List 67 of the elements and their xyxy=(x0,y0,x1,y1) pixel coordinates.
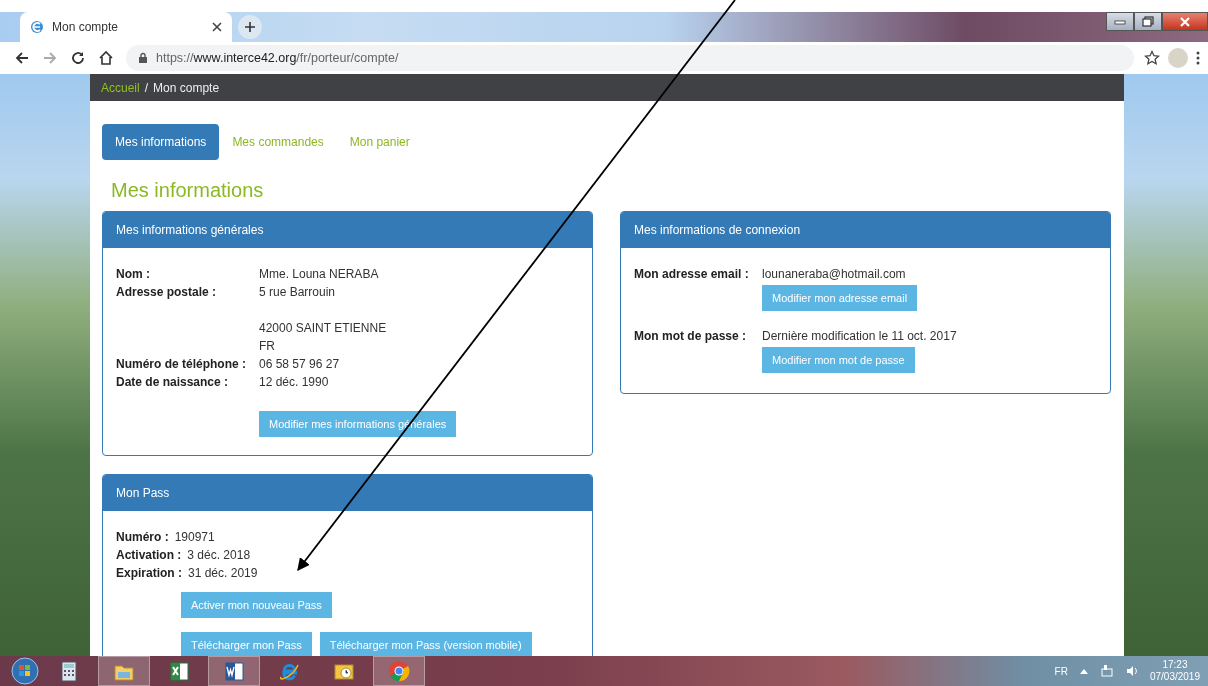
menu-icon[interactable] xyxy=(1196,51,1200,65)
field-label: Date de naissance : xyxy=(116,374,230,391)
star-icon[interactable] xyxy=(1144,50,1160,66)
field-value: Dernière modification le 11 oct. 2017 xyxy=(762,328,957,345)
close-button[interactable] xyxy=(1162,12,1208,31)
restore-icon[interactable] xyxy=(1142,16,1154,27)
field-label: Adresse postale : xyxy=(116,284,218,301)
field-value: 31 déc. 2019 xyxy=(188,565,258,582)
lock-icon xyxy=(138,52,148,64)
field-label: Mon adresse email : xyxy=(634,266,750,283)
minimize-button[interactable] xyxy=(1106,12,1134,31)
modify-button[interactable]: Modifier mon mot de passe xyxy=(762,347,915,373)
new-tab-button[interactable] xyxy=(238,15,262,39)
url-text: https://www.interce42.org/fr/porteur/compte/ xyxy=(156,51,399,65)
address-bar[interactable]: https://www.interce42.org/fr/porteur/compte/ xyxy=(126,45,1134,71)
tray-arrow-icon[interactable] xyxy=(1079,668,1088,674)
field-label: Mon mot de passe : xyxy=(634,328,747,345)
field-value: 3 déc. 2018 xyxy=(187,547,251,564)
back-arrow-icon[interactable] xyxy=(14,50,30,66)
field-value: 190971 xyxy=(174,529,215,546)
reload-icon[interactable] xyxy=(70,50,86,66)
favicon-icon xyxy=(30,20,44,34)
spreadsheet-icon xyxy=(168,660,190,682)
breadcrumb-link[interactable]: Accueil xyxy=(101,80,140,95)
speaker-icon[interactable] xyxy=(1125,665,1138,677)
field-label: Activation : xyxy=(116,547,182,564)
network-icon[interactable] xyxy=(1099,664,1114,678)
clock-time: 17:23 xyxy=(1162,659,1188,671)
action-button[interactable]: Télécharger mon Pass (version mobile) xyxy=(319,632,532,656)
taskbar-app-button[interactable] xyxy=(208,656,260,686)
nav-tab[interactable]: Mes commandes xyxy=(219,124,337,160)
browser-tab[interactable]: Mon compte xyxy=(20,12,232,42)
language-indicator[interactable]: FR xyxy=(1054,665,1068,677)
field-value: lounaneraba@hotmail.com xyxy=(762,266,906,283)
close-icon[interactable] xyxy=(212,22,222,32)
nav-tab[interactable]: Mes informations xyxy=(102,124,220,160)
panel-header: Mes informations de connexion xyxy=(621,212,1110,248)
start-button[interactable] xyxy=(10,656,40,686)
field-label: Nom : xyxy=(116,266,151,283)
plus-icon[interactable] xyxy=(244,21,256,33)
nav-tab[interactable]: Mon panier xyxy=(336,124,423,160)
field-value: 06 58 57 96 27 xyxy=(259,356,340,373)
field-value: 42000 SAINT ETIENNE xyxy=(259,320,387,337)
calculator-icon xyxy=(58,660,80,682)
document-icon xyxy=(223,660,245,682)
clock-date: 07/03/2019 xyxy=(1149,671,1200,683)
breadcrumb-current: Mon compte xyxy=(153,80,220,95)
restore-button[interactable] xyxy=(1134,12,1162,31)
field-label: Expiration : xyxy=(116,565,182,582)
modify-button[interactable]: Modifier mon adresse email xyxy=(762,285,918,311)
field-value: 12 déc. 1990 xyxy=(259,374,329,391)
action-button[interactable]: Activer mon nouveau Pass xyxy=(181,592,332,618)
tab-title: Mon compte xyxy=(52,20,120,34)
field-label: Numéro de téléphone : xyxy=(116,356,247,373)
breadcrumb-separator: / xyxy=(144,80,149,95)
panel-header: Mon Pass xyxy=(103,475,592,511)
field-value: 5 rue Barrouin xyxy=(259,284,336,301)
minimize-icon[interactable] xyxy=(1114,18,1126,25)
field-value: FR xyxy=(259,338,275,355)
home-icon[interactable] xyxy=(98,50,114,66)
panel-header: Mes informations générales xyxy=(103,212,592,248)
chrome-icon xyxy=(388,660,410,682)
field-value: Mme. Louna NERABA xyxy=(259,266,379,283)
field-label: Numéro : xyxy=(116,529,169,546)
action-button[interactable]: Télécharger mon Pass xyxy=(181,632,312,656)
clock[interactable]: 17:23 07/03/2019 xyxy=(1149,659,1200,683)
page-heading: Mes informations xyxy=(111,178,265,202)
